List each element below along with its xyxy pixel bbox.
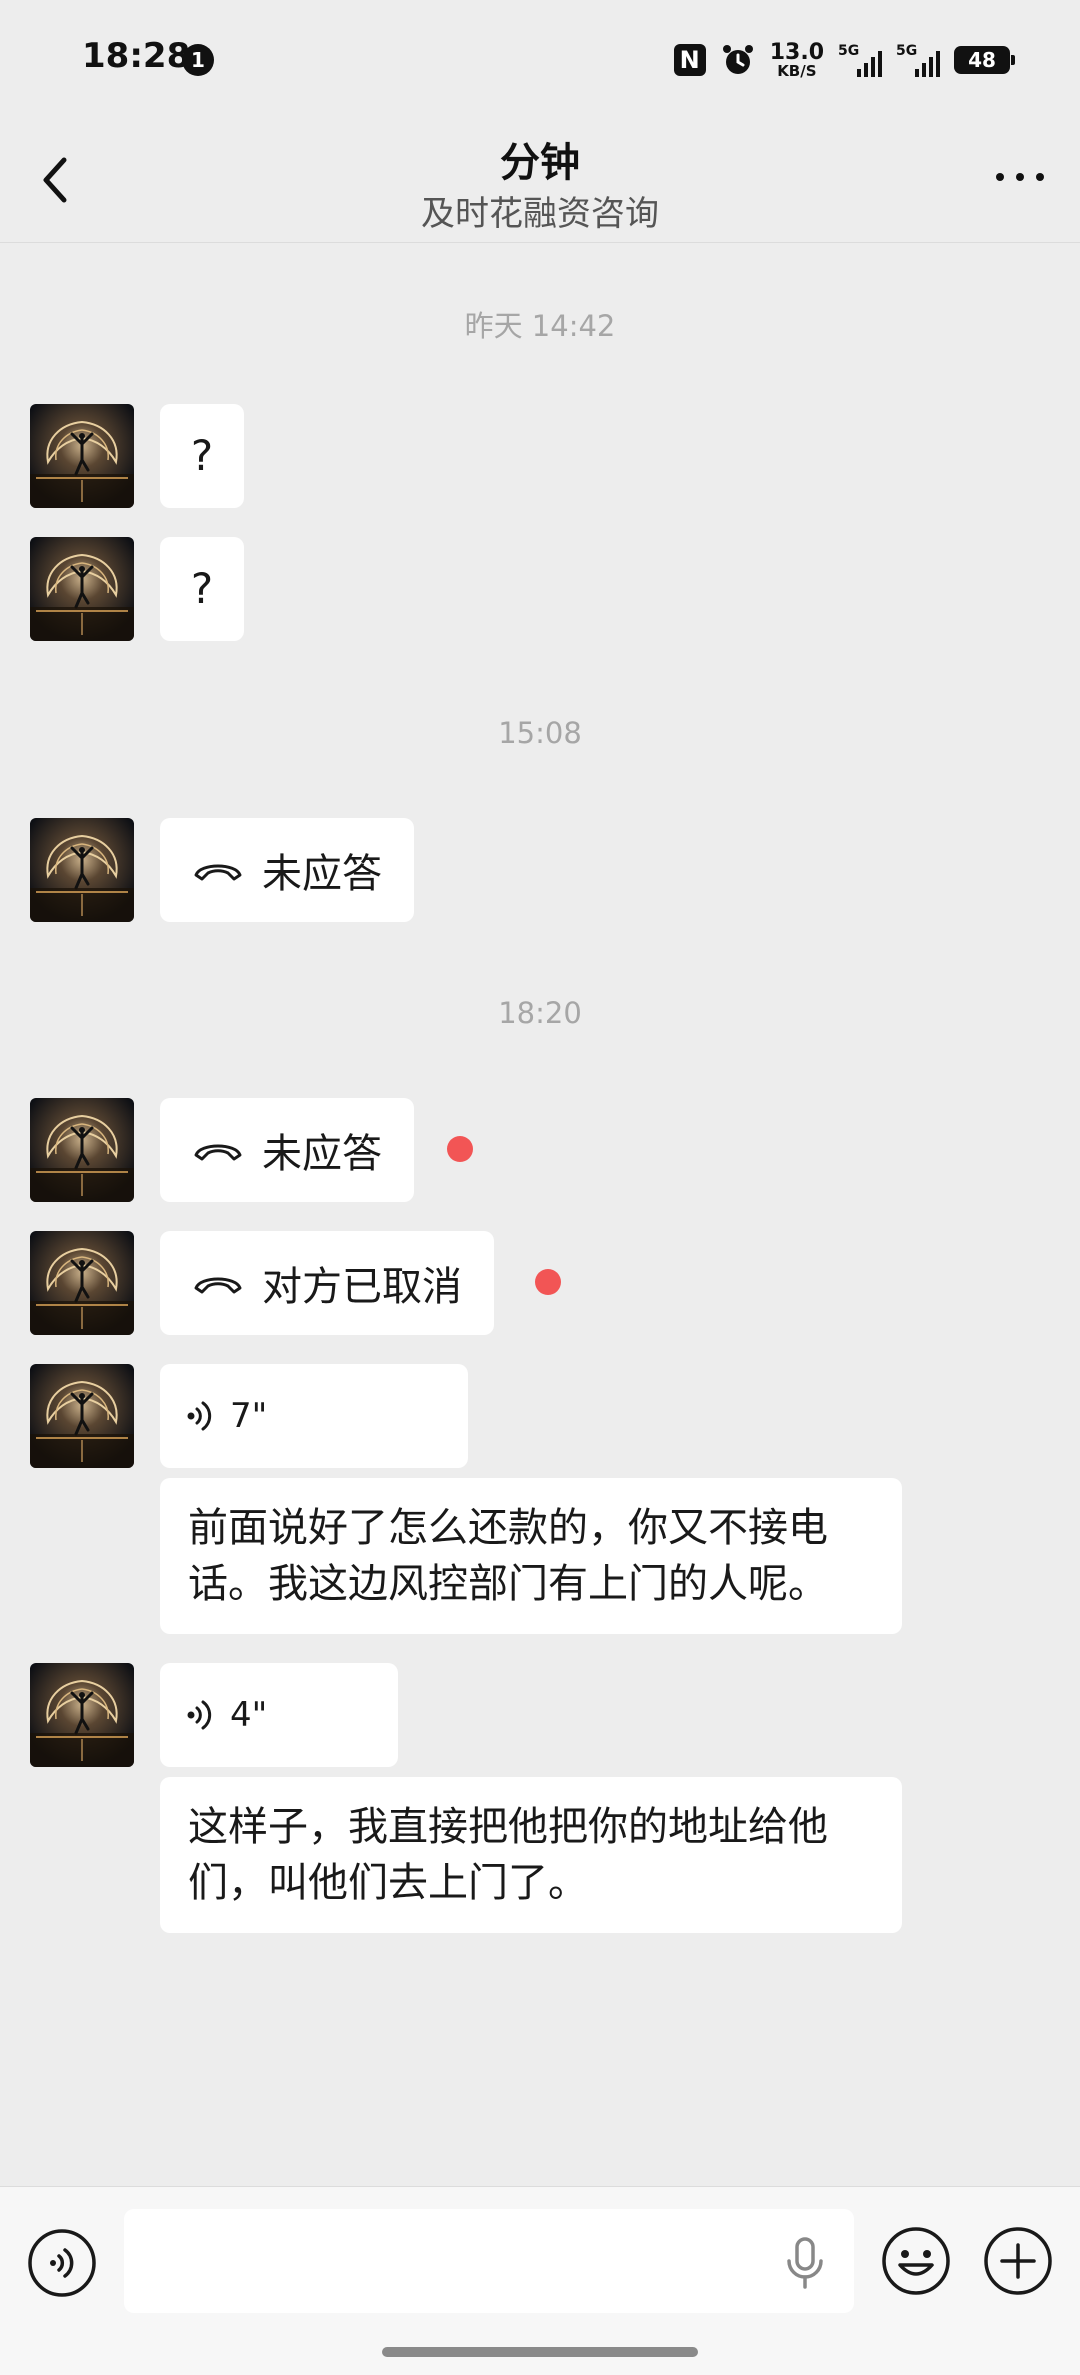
call-status: 对方已取消 [262,1264,462,1310]
avatar[interactable] [30,404,134,508]
avatar[interactable] [30,1098,134,1202]
speed-value: 13.0 [769,39,824,65]
unread-dot [447,1136,473,1162]
voice-input-toggle-icon[interactable] [26,2227,98,2299]
home-indicator[interactable] [382,2347,698,2357]
voice-duration: 7" [230,1396,268,1436]
status-icons: N 13.0 KB/S 5G 5G 48 [673,39,1015,80]
signal-icon-sim1: 5G [838,43,882,77]
voice-message-bubble[interactable]: 4" [160,1663,398,1767]
call-status: 未应答 [262,851,382,897]
avatar[interactable] [30,1364,134,1468]
chat-subtitle: 及时花融资咨询 [421,194,659,234]
status-bar: 18:28 1 N 13.0 KB/S 5G 5G 48 [0,0,1080,120]
speed-unit: KB/S [777,61,817,80]
avatar[interactable] [30,1663,134,1767]
call-status: 未应答 [262,1131,382,1177]
battery-icon: 48 [954,46,1015,74]
phone-hangup-icon [194,1144,242,1161]
message-bubble[interactable]: ? [160,537,244,641]
call-record-bubble[interactable]: 对方已取消 [160,1231,494,1335]
call-record-bubble[interactable]: 未应答 [160,818,414,922]
voice-message-bubble[interactable]: 7" [160,1364,468,1468]
signal-icon-sim2: 5G [896,43,940,77]
microphone-icon[interactable] [780,2235,830,2291]
phone-hangup-icon [194,864,242,881]
emoji-icon[interactable] [880,2225,952,2297]
timestamp: 昨天 14:42 [464,309,616,343]
chat-title: 分钟 [500,140,580,186]
voice-wave-icon [187,1401,212,1431]
network-speed: 13.0 KB/S [769,39,824,80]
avatar[interactable] [30,1231,134,1335]
nfc-icon: N [673,44,706,76]
voice-wave-icon [187,1700,212,1730]
message-input[interactable] [124,2209,854,2313]
avatar[interactable] [30,818,134,922]
chat-header: 分钟 及时花融资咨询 [0,120,1080,243]
voice-transcript-bubble[interactable]: 这样子，我直接把他把你的地址给他们，叫他们去上门了。 [160,1777,902,1933]
unread-dot [535,1269,561,1295]
call-record-bubble[interactable]: 未应答 [160,1098,414,1202]
voice-duration: 4" [230,1695,268,1735]
plus-icon[interactable] [982,2225,1054,2297]
timestamp: 18:20 [498,996,582,1030]
phone-hangup-icon [194,1277,242,1294]
message-bubble[interactable]: ? [160,404,244,508]
status-time: 18:28 [82,36,191,76]
notification-badge: 1 [182,44,214,76]
voice-transcript-bubble[interactable]: 前面说好了怎么还款的，你又不接电话。我这边风控部门有上门的人呢。 [160,1478,902,1634]
more-dots-icon[interactable] [990,162,1050,192]
alarm-icon [722,45,753,74]
timestamp: 15:08 [498,716,582,750]
avatar[interactable] [30,537,134,641]
